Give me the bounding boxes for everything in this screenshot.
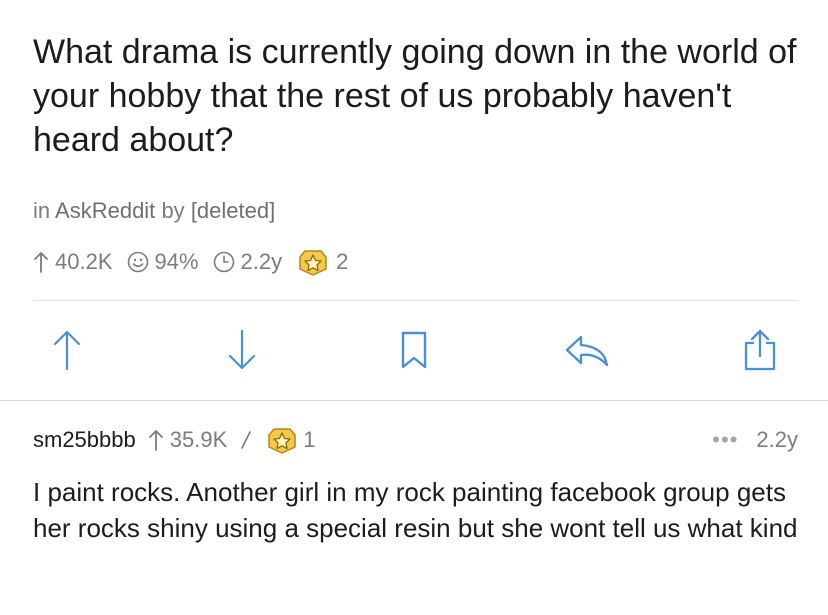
save-button[interactable] [384, 318, 444, 382]
downvote-icon [228, 329, 256, 370]
comment-body: I paint rocks. Another girl in my rock p… [33, 477, 798, 543]
reply-button[interactable] [557, 318, 617, 382]
comment-header: sm25bbbb 35.9K 1 ••• 2.2y [33, 422, 798, 458]
reply-icon [565, 335, 609, 367]
more-options-icon[interactable]: ••• [712, 427, 738, 453]
slash-separator-icon [239, 429, 253, 451]
comment-age: 2.2y [756, 427, 798, 452]
action-bar [0, 318, 828, 382]
comment-score: 35.9K [148, 427, 228, 453]
award-icon [268, 428, 296, 454]
in-label: in [33, 198, 51, 223]
score-value: 40.2K [55, 249, 113, 274]
upvote-button[interactable] [37, 318, 97, 382]
post-author[interactable]: [deleted] [191, 198, 275, 223]
upvote-icon [53, 330, 81, 371]
smiley-icon [127, 251, 148, 273]
subreddit-link[interactable]: AskReddit [55, 198, 155, 223]
bookmark-icon [401, 331, 427, 369]
age-stat: 2.2y [213, 249, 283, 275]
by-label: by [161, 198, 185, 223]
awards-count: 2 [336, 249, 349, 274]
share-button[interactable] [730, 318, 790, 382]
post-stats: 40.2K 94% 2.2y 2 [33, 244, 362, 280]
comment-awards[interactable]: 1 [265, 425, 316, 455]
post-title[interactable]: What drama is currently going down in th… [33, 30, 803, 162]
comment-header-right: ••• 2.2y [712, 427, 798, 453]
ratio-stat: 94% [127, 249, 199, 275]
divider [33, 300, 798, 301]
section-separator [0, 400, 828, 401]
arrow-up-icon [34, 252, 48, 273]
slash-icon [241, 431, 252, 449]
comment-score-value: 35.9K [169, 427, 228, 452]
award-icon [299, 250, 327, 276]
age-value: 2.2y [240, 249, 283, 274]
clock-icon [213, 251, 234, 273]
score-stat: 40.2K [33, 249, 113, 275]
post-meta: in AskReddit by [deleted] [33, 198, 275, 224]
arrow-up-icon [148, 430, 163, 451]
comment-awards-count: 1 [303, 427, 316, 452]
comment-author[interactable]: sm25bbbb [33, 427, 136, 453]
awards-stat[interactable]: 2 [296, 247, 348, 277]
downvote-button[interactable] [212, 318, 272, 382]
ratio-value: 94% [154, 249, 199, 274]
share-icon [744, 329, 776, 371]
